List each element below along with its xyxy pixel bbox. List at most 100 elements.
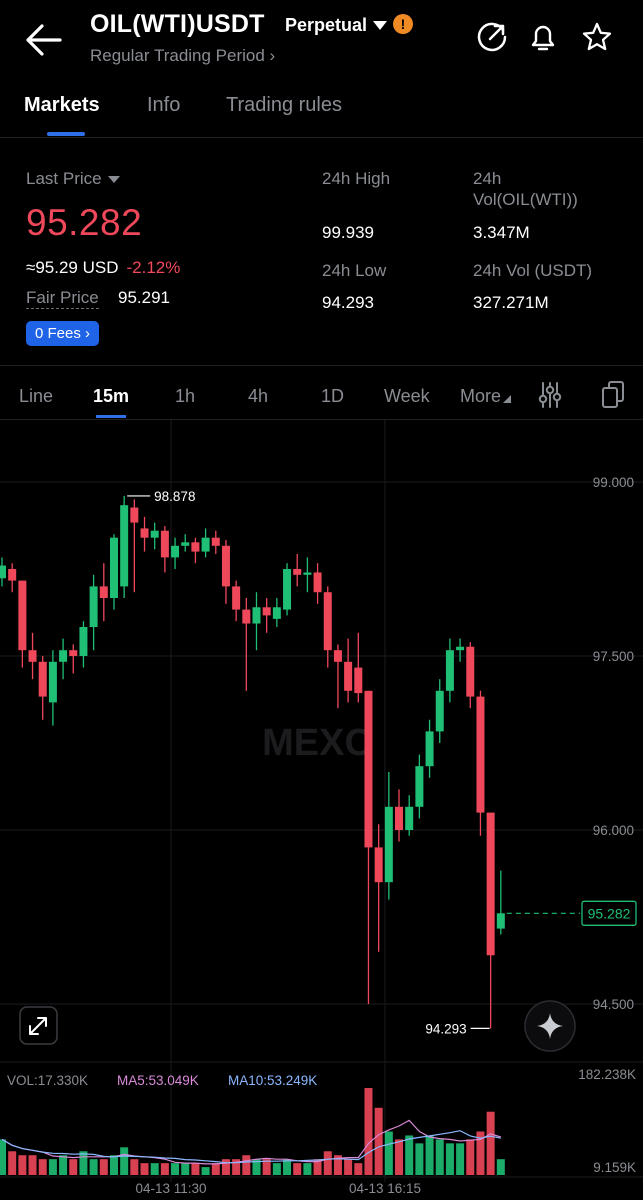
volume-bar bbox=[140, 1163, 149, 1175]
symbol-title[interactable]: OIL(WTI)USDT bbox=[90, 10, 265, 39]
candle bbox=[89, 574, 98, 651]
candle bbox=[415, 754, 424, 819]
candle-body bbox=[395, 806, 404, 830]
last-price-label: Last Price bbox=[26, 169, 102, 188]
volume-bar bbox=[109, 1155, 118, 1175]
volume-bar bbox=[201, 1167, 210, 1175]
candle bbox=[79, 621, 88, 668]
header: OIL(WTI)USDT Perpetual ! Regular Trading… bbox=[0, 0, 643, 80]
candle-body bbox=[232, 586, 241, 610]
interval-1d[interactable]: 1D bbox=[321, 386, 344, 407]
candle bbox=[323, 586, 332, 668]
price-chart[interactable]: MEXC 99.000 97.500 96.000 94.500 98.878 94.2… bbox=[0, 420, 643, 1200]
contract-type-dropdown[interactable]: Perpetual bbox=[285, 15, 388, 36]
candle bbox=[252, 592, 261, 651]
candle-body bbox=[8, 569, 17, 581]
volume-bar bbox=[445, 1143, 454, 1175]
zero-fees-badge[interactable]: 0 Fees › bbox=[26, 321, 100, 346]
tab-markets[interactable]: Markets bbox=[24, 94, 100, 117]
candle bbox=[181, 534, 190, 552]
price-axis: 99.000 97.500 96.000 94.500 bbox=[593, 475, 634, 1012]
high-value: 99.939 bbox=[322, 223, 374, 242]
price-axis-label: 97.500 bbox=[593, 649, 634, 664]
candle bbox=[99, 563, 108, 622]
interval-15m[interactable]: 15m bbox=[93, 386, 129, 407]
interval-more[interactable]: More bbox=[460, 386, 512, 407]
trading-period-link[interactable]: Regular Trading Period › bbox=[90, 46, 275, 66]
candle-body bbox=[272, 607, 281, 619]
last-price-value: 95.282 bbox=[26, 202, 143, 243]
volume-bar bbox=[242, 1155, 251, 1175]
chart-annotations: 98.878 94.293 95.282 bbox=[127, 489, 637, 1036]
candle bbox=[384, 772, 393, 900]
volume-bar bbox=[38, 1159, 47, 1175]
low-label: 24h Low bbox=[322, 261, 387, 280]
last-price-dropdown[interactable]: Last Price bbox=[26, 169, 120, 189]
volume-bar bbox=[150, 1163, 159, 1175]
candle bbox=[354, 632, 363, 703]
candle-body bbox=[374, 847, 383, 883]
candle-body bbox=[364, 690, 373, 848]
volume-bar bbox=[272, 1163, 281, 1175]
candle-body bbox=[221, 545, 230, 587]
candle-body bbox=[405, 806, 414, 830]
star-icon[interactable] bbox=[580, 20, 614, 54]
chart-grid bbox=[0, 420, 643, 1182]
sparkle-button[interactable] bbox=[524, 1000, 576, 1052]
candle bbox=[425, 719, 434, 778]
candle-body bbox=[99, 586, 108, 598]
tab-info[interactable]: Info bbox=[147, 94, 180, 117]
candle-body bbox=[38, 661, 47, 697]
candle-body bbox=[303, 572, 312, 575]
volume-panel bbox=[0, 1088, 505, 1175]
warning-icon[interactable]: ! bbox=[393, 14, 413, 34]
time-label-1: 04-13 11:30 bbox=[135, 1181, 206, 1196]
volume-bar bbox=[181, 1163, 190, 1175]
candle-body bbox=[191, 542, 200, 552]
volume-bar bbox=[303, 1163, 312, 1175]
volume-bar bbox=[364, 1088, 373, 1175]
candle bbox=[303, 557, 312, 593]
low-value: 94.293 bbox=[322, 293, 374, 312]
candle-body bbox=[415, 766, 424, 807]
fullscreen-button[interactable] bbox=[19, 1006, 58, 1045]
candle-body bbox=[109, 537, 118, 598]
candle-body bbox=[242, 609, 251, 624]
candle-body bbox=[486, 812, 495, 956]
candle bbox=[59, 638, 68, 680]
volume-bar bbox=[395, 1139, 404, 1175]
candle-body bbox=[323, 592, 332, 651]
bell-icon[interactable] bbox=[526, 20, 560, 54]
back-arrow-icon[interactable] bbox=[22, 20, 66, 60]
candle-body bbox=[252, 607, 261, 624]
time-label-2: 04-13 16:15 bbox=[349, 1181, 421, 1196]
candle bbox=[221, 540, 230, 604]
share-icon[interactable] bbox=[475, 20, 509, 54]
candle-body bbox=[476, 696, 485, 813]
interval-line[interactable]: Line bbox=[19, 386, 53, 407]
candle-body bbox=[313, 572, 322, 593]
indicator-settings-icon[interactable] bbox=[537, 381, 563, 409]
interval-4h[interactable]: 4h bbox=[248, 386, 268, 407]
section-tabs: Markets Info Trading rules bbox=[0, 80, 643, 138]
candle bbox=[48, 650, 57, 726]
volume-bar bbox=[59, 1155, 68, 1175]
candle bbox=[364, 690, 373, 1004]
interval-more-label: More bbox=[460, 386, 502, 406]
candle-body bbox=[69, 650, 78, 656]
volume-bar bbox=[425, 1135, 434, 1175]
candle-body bbox=[456, 646, 465, 651]
interval-1h[interactable]: 1h bbox=[175, 386, 195, 407]
candle-body bbox=[496, 913, 505, 929]
candle bbox=[466, 642, 475, 709]
fair-price-label[interactable]: Fair Price bbox=[26, 288, 99, 309]
vol-usdt-value: 327.271M bbox=[473, 293, 549, 312]
price-change-row: ≈95.29 USD -2.12% bbox=[26, 258, 180, 278]
tab-trading-rules[interactable]: Trading rules bbox=[226, 94, 342, 117]
candle-body bbox=[18, 580, 27, 651]
interval-week[interactable]: Week bbox=[384, 386, 430, 407]
candle bbox=[28, 632, 37, 680]
candle bbox=[38, 656, 47, 720]
market-stats: Last Price 95.282 ≈95.29 USD -2.12% Fair… bbox=[0, 138, 643, 366]
chart-copy-icon[interactable] bbox=[600, 380, 626, 410]
